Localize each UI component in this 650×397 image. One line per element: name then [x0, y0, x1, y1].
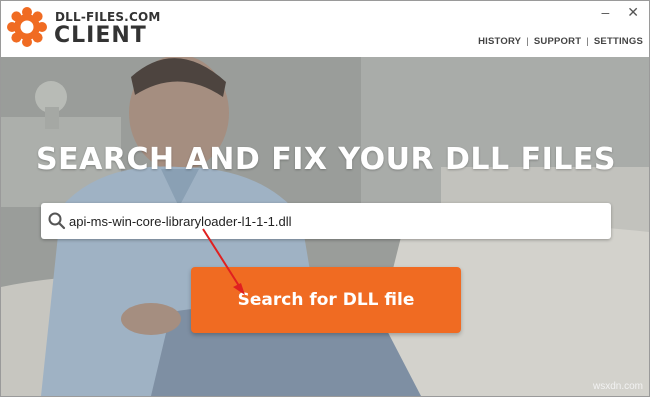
watermark: wsxdn.com [592, 381, 643, 392]
nav-separator: | [586, 36, 589, 47]
nav-settings-link[interactable]: SETTINGS [594, 36, 643, 47]
top-nav: HISTORY | SUPPORT | SETTINGS [478, 36, 643, 47]
window-controls: – ✕ [601, 5, 639, 19]
app-window: DLL-FILES.COM CLIENT – ✕ HISTORY | SUPPORT… [0, 0, 650, 397]
brand-product: CLIENT [54, 23, 147, 48]
minimize-button[interactable]: – [601, 5, 609, 19]
hero-banner: SEARCH AND FIX YOUR DLL FILES Search for… [1, 57, 649, 396]
close-button[interactable]: ✕ [627, 5, 639, 19]
nav-history-link[interactable]: HISTORY [478, 36, 521, 47]
gear-logo-icon [7, 7, 47, 47]
nav-support-link[interactable]: SUPPORT [534, 36, 581, 47]
red-arrow-annotation [202, 228, 245, 295]
app-header: DLL-FILES.COM CLIENT – ✕ HISTORY | SUPPORT… [1, 1, 649, 57]
brand-name: DLL-FILES.COM [55, 10, 161, 24]
nav-separator: | [526, 36, 529, 47]
